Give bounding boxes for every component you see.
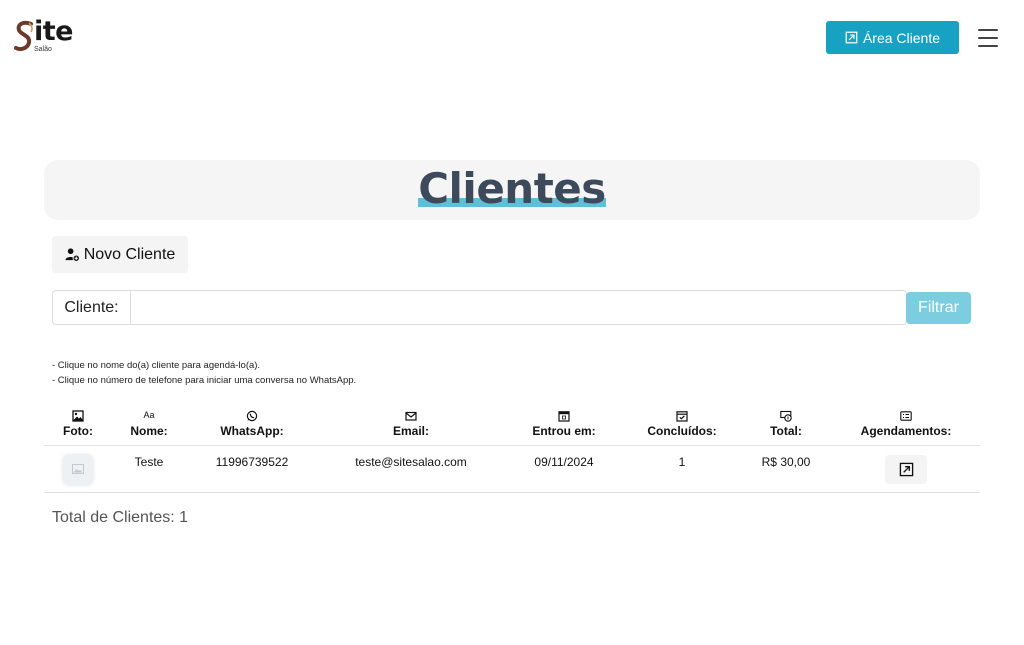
external-link-icon [845, 31, 858, 44]
area-cliente-label: Área Cliente [862, 29, 941, 46]
image-placeholder-icon [72, 464, 84, 474]
filter-label: Cliente: [52, 290, 131, 325]
whatsapp-icon [207, 410, 297, 423]
header: ite Salão Área Cliente [0, 0, 1024, 80]
new-client-label: Novo Cliente [83, 245, 176, 263]
calendar-date-icon [519, 410, 609, 423]
column-header-whatsapp: WhatsApp: [207, 410, 297, 438]
new-client-button[interactable]: Novo Cliente [52, 236, 188, 273]
column-header-name: Aa Nome: [120, 410, 178, 438]
client-completed-count: 1 [678, 455, 686, 469]
column-header-appointments: Agendamentos: [851, 410, 961, 438]
client-photo[interactable] [63, 454, 93, 484]
hint-line: - Clique no número de telefone para inic… [52, 375, 357, 386]
envelope-icon [366, 410, 456, 423]
client-total-value: R$ 30,00 [761, 455, 811, 469]
image-icon [58, 410, 98, 423]
text-aa-icon: Aa [143, 410, 155, 420]
list-icon [851, 410, 961, 423]
logo-subtext: Salão [34, 46, 52, 53]
client-joined-date: 09/11/2024 [534, 455, 594, 469]
logo-text: ite [34, 16, 73, 47]
external-link-icon [899, 462, 913, 477]
site-logo[interactable]: ite Salão [14, 16, 78, 58]
area-cliente-button[interactable]: Área Cliente [826, 21, 959, 54]
page-title-container: Clientes [44, 164, 980, 213]
column-header-email: Email: [366, 410, 456, 438]
column-header-photo: Foto: [58, 410, 98, 438]
table-header: Foto: Aa Nome: WhatsApp: Email: Entrou e… [44, 405, 980, 446]
hint-line: - Clique no nome do(a) cliente para agen… [52, 360, 261, 371]
clients-table: Foto: Aa Nome: WhatsApp: Email: Entrou e… [44, 405, 980, 493]
page-title-card: Clientes [44, 160, 980, 220]
client-filter: Cliente: Filtrar [52, 290, 972, 325]
client-whatsapp-link[interactable]: 11996739522 [207, 455, 297, 469]
usage-hints: - Clique no nome do(a) cliente para agen… [52, 358, 356, 388]
add-user-icon [65, 248, 80, 262]
client-email: teste@sitesalao.com [355, 455, 467, 469]
calendar-check-icon [637, 410, 727, 423]
column-header-joined: Entrou em: [519, 410, 609, 438]
client-search-input[interactable] [130, 290, 907, 325]
column-header-completed: Concluídos: [637, 410, 727, 438]
total-clients: Total de Clientes: 1 [52, 509, 189, 526]
logo-s-mark-icon [14, 20, 33, 51]
filter-button[interactable]: Filtrar [906, 292, 971, 324]
page-title: Clientes [418, 164, 606, 213]
money-icon [741, 410, 831, 423]
client-name-link[interactable]: Teste [120, 455, 178, 469]
column-header-total: Total: [741, 410, 831, 438]
view-appointments-button[interactable] [885, 455, 927, 484]
table-row: Teste 11996739522 teste@sitesalao.com 09… [44, 446, 980, 493]
hamburger-menu-icon[interactable] [976, 27, 1000, 49]
